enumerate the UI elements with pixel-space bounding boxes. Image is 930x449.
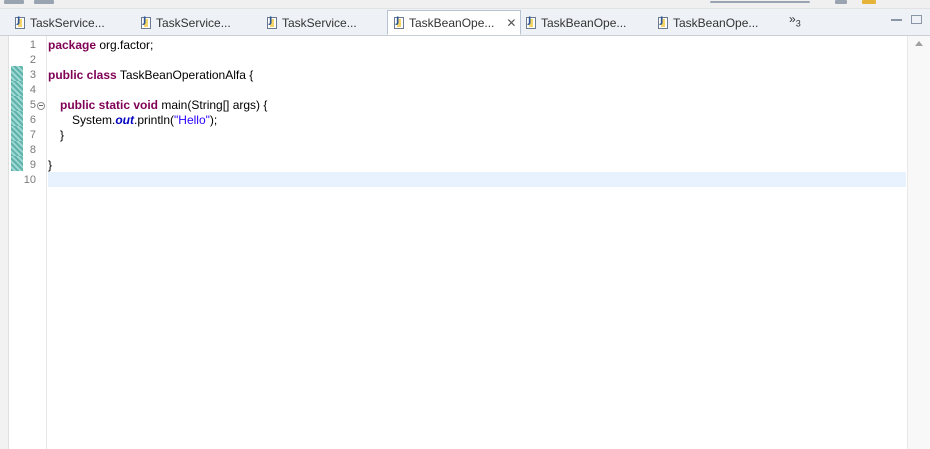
code-line: public static void main(String[] args) { — [60, 98, 267, 113]
editor-tab[interactable]: J TaskBeanOpe... — [652, 11, 777, 35]
tab-label: TaskBeanOpe... — [541, 16, 627, 30]
java-file-icon: J — [526, 16, 536, 29]
overflow-count: 3 — [795, 18, 801, 29]
perspective-button[interactable] — [862, 0, 876, 4]
chevron-double-right-icon: » — [789, 12, 796, 26]
java-file-icon: J — [15, 16, 25, 29]
code-text: org.factor; — [96, 38, 154, 52]
code-editor[interactable]: 1 2 3 4 5 6 7 8 9 10 package org.factor;… — [0, 36, 930, 449]
code-text: } — [48, 158, 53, 172]
scroll-up-icon[interactable] — [915, 41, 923, 46]
change-marker — [11, 96, 23, 111]
line-number: 6 — [29, 114, 36, 126]
editor-tab[interactable]: J TaskBeanOpe... — [520, 11, 645, 35]
editor-tab-active[interactable]: J TaskBeanOpe... ✕ — [387, 10, 521, 35]
line-number: 3 — [29, 69, 36, 81]
java-file-icon: J — [658, 16, 668, 29]
change-ruler — [11, 36, 23, 449]
editor-tab[interactable]: J TaskService... — [261, 11, 386, 35]
change-marker — [11, 156, 23, 171]
line-number: 4 — [29, 84, 36, 96]
change-marker — [11, 126, 23, 141]
line-number: 5 — [29, 99, 36, 111]
close-icon[interactable]: ✕ — [506, 16, 516, 30]
current-line-highlight — [48, 172, 906, 187]
line-number: 7 — [29, 129, 36, 141]
editor-left-border — [0, 36, 9, 449]
line-number: 1 — [29, 39, 36, 51]
editor-tab[interactable]: J TaskService... — [135, 11, 260, 35]
code-text: TaskBeanOperationAlfa { — [116, 68, 254, 82]
code-line: } — [60, 128, 64, 143]
tab-label: TaskBeanOpe... — [673, 16, 759, 30]
tab-label: TaskService... — [30, 16, 105, 30]
java-file-icon: J — [267, 16, 277, 29]
keyword: public class — [48, 68, 117, 82]
toolbar-button[interactable] — [34, 0, 54, 4]
toolbar-button[interactable] — [835, 0, 847, 4]
string-literal: "Hello" — [174, 113, 210, 127]
code-text-area[interactable]: package org.factor; public class TaskBea… — [48, 36, 906, 449]
code-text: System. — [72, 113, 116, 127]
code-line: } — [48, 158, 52, 173]
line-number: 8 — [29, 144, 36, 156]
vertical-scrollbar[interactable] — [907, 36, 930, 449]
code-text: .println( — [134, 113, 175, 127]
editor-tab[interactable]: J TaskService... — [9, 11, 134, 35]
line-number: 9 — [29, 159, 36, 171]
quick-access-field[interactable] — [710, 1, 810, 3]
tab-overflow-button[interactable]: »3 — [789, 12, 801, 28]
keyword: public static void — [60, 98, 159, 112]
maximize-icon[interactable] — [911, 15, 922, 24]
code-line: public class TaskBeanOperationAlfa { — [48, 68, 253, 83]
toolbar-button[interactable] — [4, 0, 24, 4]
change-marker — [11, 111, 23, 126]
editor-tab-bar: J TaskService... J TaskService... J Task… — [0, 9, 930, 36]
code-text: ); — [209, 113, 218, 127]
tab-label: TaskBeanOpe... — [409, 15, 495, 30]
fold-collapse-icon[interactable] — [37, 102, 45, 110]
change-marker — [11, 141, 23, 156]
java-file-icon: J — [141, 16, 151, 29]
line-number-gutter: 1 2 3 4 5 6 7 8 9 10 — [24, 36, 47, 449]
code-text: main(String[] args) { — [158, 98, 268, 112]
java-file-icon: J — [394, 16, 404, 29]
code-line: package org.factor; — [48, 38, 153, 53]
code-text: } — [60, 128, 65, 142]
minimize-icon[interactable] — [891, 15, 902, 21]
tab-label: TaskService... — [282, 16, 357, 30]
keyword: package — [48, 38, 97, 52]
code-line: System.out.println("Hello"); — [72, 113, 217, 128]
change-marker — [11, 66, 23, 81]
main-toolbar — [0, 0, 930, 9]
static-field: out — [115, 113, 134, 127]
change-marker — [11, 81, 23, 96]
line-number: 10 — [23, 174, 36, 186]
tab-label: TaskService... — [156, 16, 231, 30]
line-number: 2 — [29, 54, 36, 66]
